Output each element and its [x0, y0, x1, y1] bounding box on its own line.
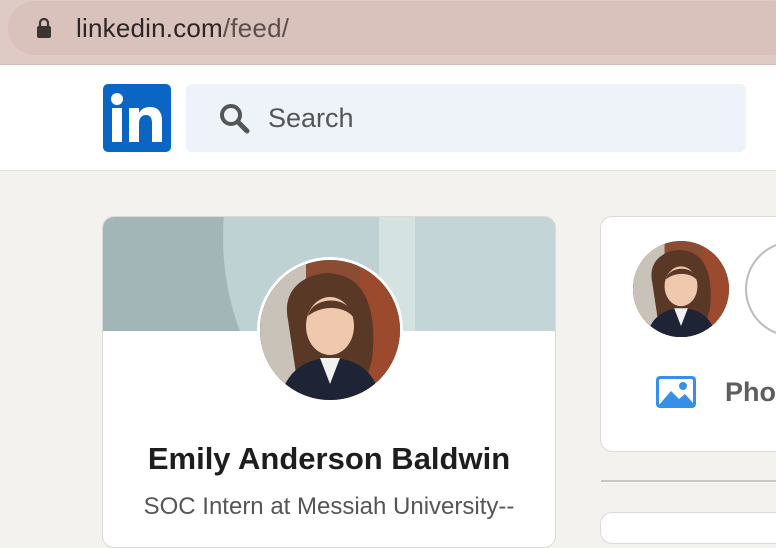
profile-name[interactable]: Emily Anderson Baldwin	[103, 441, 555, 477]
browser-toolbar: linkedin.com/feed/	[0, 0, 776, 65]
share-box: Pho	[600, 216, 776, 452]
image-icon	[655, 375, 697, 409]
start-post-button[interactable]	[745, 241, 776, 337]
user-avatar[interactable]	[633, 241, 729, 337]
profile-avatar[interactable]	[257, 257, 403, 403]
lock-icon[interactable]	[36, 17, 52, 39]
linkedin-logo[interactable]	[103, 84, 171, 152]
url-text[interactable]: linkedin.com/feed/	[76, 13, 289, 44]
feed-post-card	[600, 512, 776, 544]
cover-band	[415, 217, 555, 331]
profile-card: Emily Anderson Baldwin SOC Intern at Mes…	[102, 216, 556, 548]
url-host: linkedin.com	[76, 12, 223, 43]
feed-divider	[601, 480, 776, 482]
search-input[interactable]	[266, 101, 690, 135]
address-bar[interactable]: linkedin.com/feed/	[8, 1, 776, 55]
profile-headline: SOC Intern at Messiah University--	[143, 493, 515, 520]
top-navigation	[0, 65, 776, 171]
search-icon[interactable]	[218, 102, 250, 134]
photo-label: Pho	[725, 376, 776, 407]
url-path: /feed/	[222, 12, 290, 43]
photo-button[interactable]: Pho	[655, 375, 776, 409]
search-box[interactable]	[186, 84, 746, 152]
